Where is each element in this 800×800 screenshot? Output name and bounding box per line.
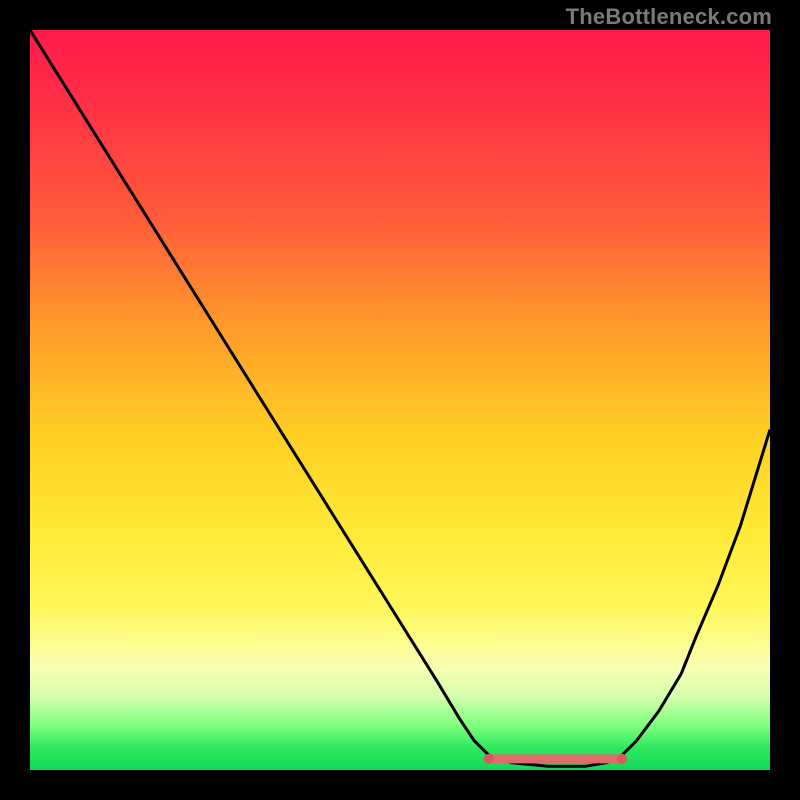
curve-layer: [30, 30, 770, 770]
chart-frame: TheBottleneck.com: [0, 0, 800, 800]
flat-segment-dot-right: [617, 754, 627, 764]
bottleneck-curve: [30, 30, 770, 766]
plot-area: [30, 30, 770, 770]
watermark-text: TheBottleneck.com: [566, 4, 772, 30]
flat-segment-dot-left: [484, 754, 494, 764]
